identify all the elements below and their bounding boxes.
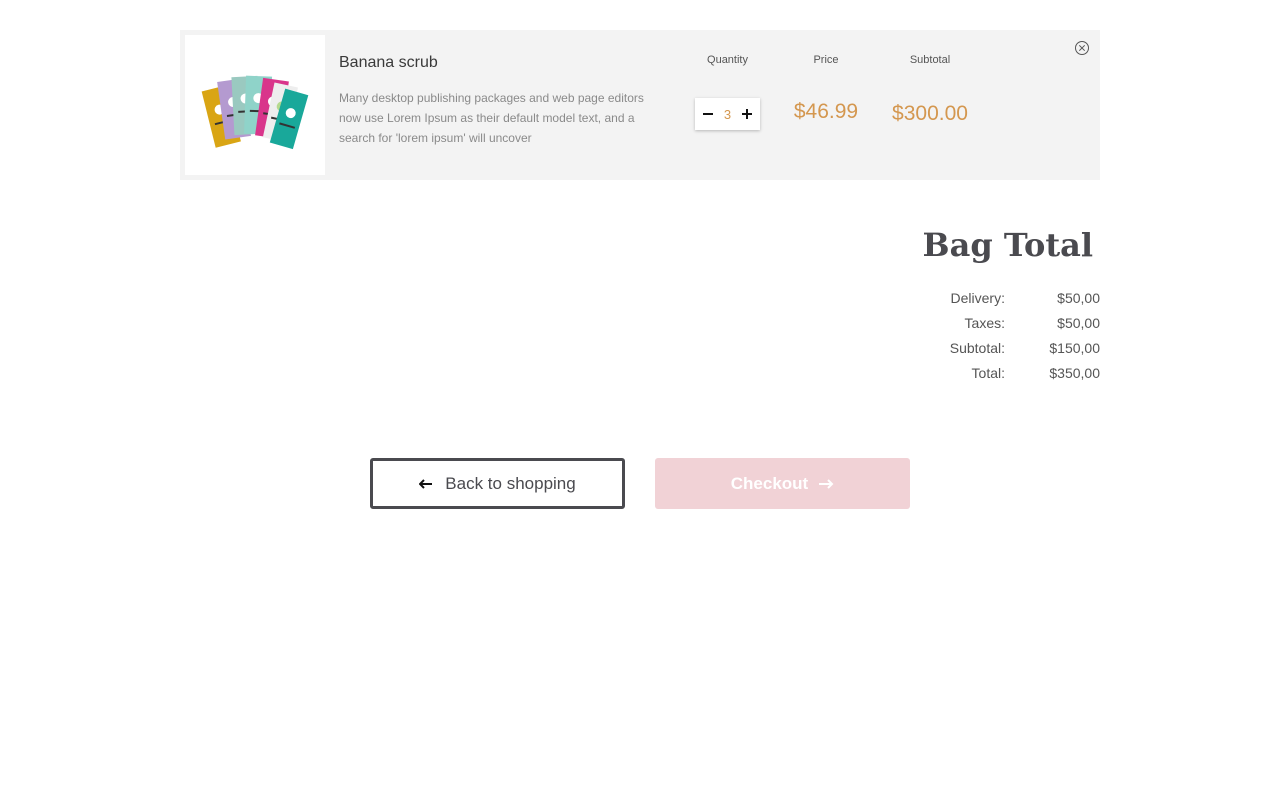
- checkout-button-label: Checkout: [730, 473, 809, 493]
- cart-item-row: Banana scrub Many desktop publishing pac…: [180, 30, 1100, 180]
- subtotal-row: Subtotal: $150,00: [900, 335, 1100, 360]
- subtotal-label: Subtotal:: [949, 339, 1005, 356]
- total-label: Total:: [971, 364, 1005, 381]
- item-price: $46.99: [793, 100, 859, 123]
- taxes-label: Taxes:: [964, 314, 1005, 331]
- minus-icon[interactable]: [701, 105, 715, 123]
- taxes-row: Taxes: $50,00: [900, 310, 1100, 335]
- price-header: Price: [813, 54, 839, 66]
- total-row: Total: $350,00: [900, 360, 1100, 385]
- delivery-row: Delivery: $50,00: [900, 285, 1100, 310]
- back-button-label: Back to shopping: [445, 473, 576, 493]
- quantity-header: Quantity: [707, 54, 748, 66]
- product-title: Banana scrub: [339, 54, 438, 71]
- quantity-stepper: 3: [695, 98, 760, 130]
- delivery-value: $50,00: [1057, 289, 1100, 306]
- bag-total-title: Bag Total: [922, 226, 1093, 264]
- product-image: [185, 35, 325, 175]
- arrow-right-icon: [818, 478, 834, 489]
- checkout-button[interactable]: Checkout: [655, 458, 910, 509]
- delivery-label: Delivery:: [950, 289, 1005, 306]
- taxes-value: $50,00: [1057, 314, 1100, 331]
- item-subtotal: $300.00: [892, 102, 968, 125]
- plus-icon[interactable]: [740, 105, 754, 123]
- back-to-shopping-button[interactable]: Back to shopping: [370, 458, 625, 509]
- arrow-left-icon: [419, 478, 433, 489]
- bag-totals: Delivery: $50,00 Taxes: $50,00 Subtotal:…: [900, 285, 1100, 385]
- subtotal-header: Subtotal: [909, 54, 951, 66]
- subtotal-value: $150,00: [1049, 339, 1100, 356]
- close-circle-icon[interactable]: [1074, 40, 1090, 56]
- quantity-value[interactable]: 3: [718, 107, 738, 122]
- product-description: Many desktop publishing packages and web…: [339, 91, 644, 145]
- total-value: $350,00: [1049, 364, 1100, 381]
